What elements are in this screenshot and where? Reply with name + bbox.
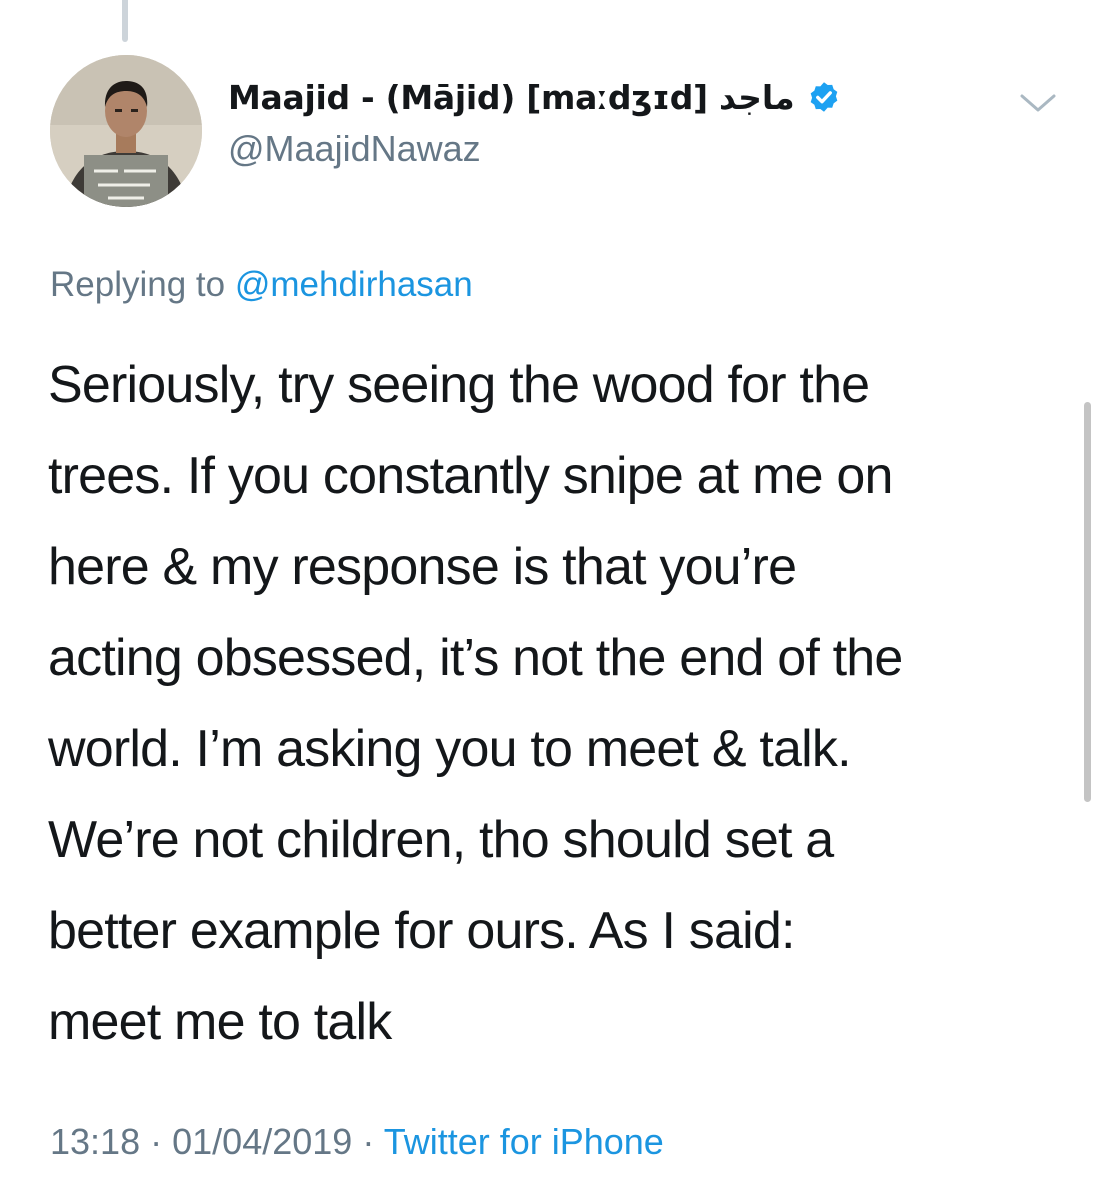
user-handle[interactable]: @MaajidNawaz [228,126,988,172]
tweet-text-line: meet me to talk [48,993,392,1051]
meta-separator: · [150,1121,163,1162]
tweet-meta: 13:18 · 01/04/2019 · Twitter for iPhone [50,1117,664,1167]
tweet-time: 13:18 [50,1121,141,1162]
chevron-down-icon[interactable] [1016,88,1060,118]
tweet-text-line: better example for ours. As I said: [48,902,795,960]
tweet-header: Maajid - (Mājid) [maːdʒɪd] ماجد @MaajidN… [228,72,988,172]
thread-connector-line [122,0,128,42]
tweet-text-line: here & my response is that you’re [48,538,797,596]
tweet-text-line: Seriously, try seeing the wood for the [48,356,870,414]
tweet-text-line: trees. If you constantly snipe at me on [48,447,893,505]
tweet-text: Seriously, try seeing the wood for the t… [48,340,1058,1068]
avatar[interactable] [50,55,202,207]
meta-separator: · [362,1121,375,1162]
tweet-source-link[interactable]: Twitter for iPhone [384,1121,664,1162]
mention-link[interactable]: @mehdirhasan [235,265,473,304]
name-row: Maajid - (Mājid) [maːdʒɪd] ماجد [228,72,988,122]
tweet-text-line: acting obsessed, it’s not the end of the [48,629,903,687]
replying-to-label: Replying to [50,265,226,304]
verified-badge-icon [810,82,838,112]
tweet-text-line: We’re not children, tho should set a [48,811,834,869]
tweet-date: 01/04/2019 [172,1121,353,1162]
scrollbar[interactable] [1084,402,1091,802]
display-name[interactable]: Maajid - (Mājid) [maːdʒɪd] ماجد [228,78,795,117]
avatar-photo [50,55,202,207]
replying-to: Replying to @mehdirhasan [50,262,473,308]
tweet-text-line: world. I’m asking you to meet & talk. [48,720,852,778]
